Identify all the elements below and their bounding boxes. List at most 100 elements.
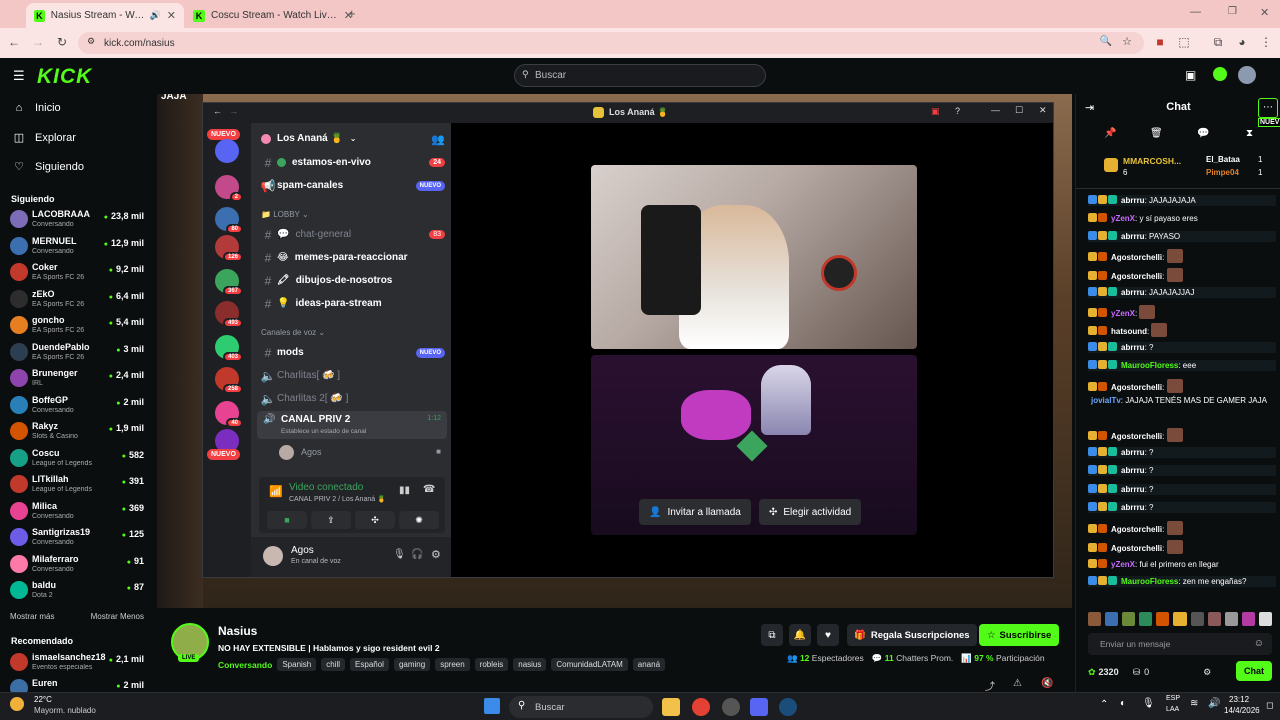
chat-username[interactable]: yZenX xyxy=(1111,214,1135,223)
emote-icon[interactable] xyxy=(1122,612,1136,626)
chat-username[interactable]: Agostorchelli xyxy=(1111,525,1162,534)
settings-gear-icon[interactable]: ⚙ xyxy=(431,548,441,561)
server-icon[interactable]: 493 xyxy=(215,301,243,328)
channel-points[interactable]: 2320 xyxy=(1099,667,1119,677)
chat-username[interactable]: yZenX xyxy=(1111,560,1135,569)
send-chat-button[interactable]: Chat xyxy=(1236,661,1272,681)
emote-icon[interactable] xyxy=(1241,612,1255,626)
profile-avatar-icon[interactable]: ◕ xyxy=(1234,35,1250,49)
sidebar-channel[interactable]: ismaelsanchez18 Eventos especiales 2,1 mil xyxy=(10,650,146,676)
activities-button[interactable]: ✣ xyxy=(355,511,395,529)
chat-username[interactable]: abrrru xyxy=(1121,232,1145,241)
server-icon[interactable]: 80 xyxy=(215,207,243,234)
channel-ideas[interactable]: # 💡 ideas-para-stream xyxy=(259,294,445,313)
forward-icon[interactable]: → xyxy=(30,35,46,49)
search-input[interactable]: ⚲ Buscar xyxy=(514,64,766,87)
stream-tag[interactable]: nasius xyxy=(513,658,547,671)
network-icon[interactable]: ◐ xyxy=(1120,698,1126,709)
channel-dibujos[interactable]: # 🖍 dibujos-de-nosotros xyxy=(259,271,445,290)
nav-home[interactable]: ⌂ Inicio xyxy=(13,102,61,114)
kick-logo[interactable]: KICK xyxy=(37,65,92,89)
reload-icon[interactable]: ↻ xyxy=(54,35,70,49)
emote-icon[interactable] xyxy=(1190,612,1204,626)
camera-button[interactable]: ■ xyxy=(267,511,307,529)
headphones-icon[interactable]: 🎧 xyxy=(411,549,423,560)
nav-explore[interactable]: ◫ Explorar xyxy=(13,131,76,145)
address-bar[interactable]: ⚙ kick.com/nasius 🔍 ☆ xyxy=(78,32,1144,54)
gift-subs-button[interactable]: 🎁 Regala Suscripciones xyxy=(847,624,977,646)
show-less-link[interactable]: Mostrar Menos xyxy=(91,612,144,621)
tray-chevron-icon[interactable]: ⌃ xyxy=(1100,699,1108,710)
inbox-icon[interactable]: ▣ xyxy=(931,106,940,117)
sidebar-channel[interactable]: MilicaConversando 369 xyxy=(10,499,146,525)
channel-memes[interactable]: # 😂 memes-para-reaccionar xyxy=(259,248,445,267)
user-avatar[interactable] xyxy=(1238,66,1256,84)
emoji-icon[interactable]: ☺ xyxy=(1254,638,1264,649)
chat-bubble-icon[interactable]: 💬 xyxy=(1197,128,1209,139)
microphone-icon[interactable]: 🎙 xyxy=(1142,698,1155,709)
browser-tab-coscu[interactable]: K Coscu Stream - Watch Live on ✕ xyxy=(185,3,361,28)
server-icon[interactable]: 2 xyxy=(215,175,243,202)
invite-to-call-button[interactable]: 👤 Invitar a llamada xyxy=(639,499,751,525)
chat-username[interactable]: jovialTv xyxy=(1091,396,1121,405)
emote-icon[interactable] xyxy=(1105,612,1119,626)
server-icon[interactable] xyxy=(215,139,239,163)
help-icon[interactable]: ? xyxy=(955,106,960,116)
sidebar-channel[interactable]: MilaferraroConversando 91 xyxy=(10,552,146,578)
server-icon[interactable]: 403 xyxy=(215,335,243,362)
sidebar-channel[interactable]: CoscuLeague of Legends 582 xyxy=(10,446,146,472)
wifi-icon[interactable]: ≋ xyxy=(1190,698,1198,709)
stream-tag[interactable]: spreen xyxy=(435,658,470,671)
category-lobby[interactable]: 📁 LOBBY ⌄ xyxy=(261,210,309,219)
hamburger-menu-icon[interactable]: ☰ xyxy=(13,68,25,84)
chat-username[interactable]: abrrru xyxy=(1121,196,1145,205)
chat-username[interactable]: abrrru xyxy=(1121,343,1145,352)
chrome-icon[interactable] xyxy=(692,698,710,716)
sidebar-channel[interactable]: goncho EA Sports FC 26 5,4 mil xyxy=(10,313,146,339)
bookmark-star-icon[interactable]: ☆ xyxy=(1122,35,1132,48)
chat-username[interactable]: abrrru xyxy=(1121,288,1145,297)
channel-mods[interactable]: # mods NUEVO xyxy=(259,343,445,362)
chat-input[interactable]: Enviar un mensaje ☺ xyxy=(1088,633,1272,655)
voice-channel-active[interactable]: 🔊 CANAL PRIV 2 1:12 Establece un estado … xyxy=(257,411,447,439)
media-icon[interactable]: ▣ xyxy=(1185,68,1196,82)
settings-gear-icon[interactable]: ⚙ xyxy=(1203,667,1211,678)
noise-suppression-icon[interactable]: ▮▮ xyxy=(399,485,410,496)
forward-icon[interactable]: → xyxy=(229,106,238,116)
chat-username[interactable]: MaurooFloress xyxy=(1121,361,1178,370)
channel-spam-canales[interactable]: 📢 spam-canales NUEVO xyxy=(259,176,445,195)
show-more-link[interactable]: Mostrar más xyxy=(10,612,54,621)
chat-username[interactable]: abrrru xyxy=(1121,485,1145,494)
clip-button[interactable]: ⧉ xyxy=(761,624,783,646)
tab-close-icon[interactable]: ✕ xyxy=(167,9,176,22)
minimize-window-icon[interactable]: — xyxy=(1190,6,1201,18)
stream-tag[interactable]: chill xyxy=(321,658,346,671)
gifter-name[interactable]: El_Bataa xyxy=(1206,155,1240,164)
chat-username[interactable]: abrrru xyxy=(1121,503,1145,512)
new-tab-icon[interactable]: + xyxy=(348,6,356,21)
chat-menu-icon[interactable]: ⋯ xyxy=(1258,98,1278,118)
disconnect-icon[interactable]: ☎ xyxy=(423,484,435,495)
start-windows-icon[interactable] xyxy=(484,698,500,714)
server-icon[interactable]: 126 xyxy=(215,235,243,262)
close-icon[interactable]: ✕ xyxy=(1039,105,1047,116)
follow-heart-icon[interactable]: ♥ xyxy=(817,624,839,646)
browser-menu-icon[interactable]: ⋮ xyxy=(1258,35,1274,49)
sidebar-channel[interactable]: baldu Dota 2 87 xyxy=(10,578,146,604)
stream-tag[interactable]: gaming xyxy=(393,658,431,671)
chat-username[interactable]: Agostorchelli xyxy=(1111,272,1162,281)
pin-icon[interactable]: 📌 xyxy=(1104,128,1116,139)
maximize-icon[interactable]: ☐ xyxy=(1015,105,1023,116)
mute-icon[interactable]: 🔇 xyxy=(1041,678,1053,689)
add-member-icon[interactable]: 👥 xyxy=(431,133,445,146)
sidebar-channel[interactable]: zEkOEA Sports FC 26 6,4 mil xyxy=(10,287,146,313)
voice-channel-charlitas-2[interactable]: 🔈 Charlitas 2[ 🍻 ] xyxy=(259,389,445,408)
sidebar-channel[interactable]: Rakyz Slots & Casino 1,9 mil xyxy=(10,419,146,445)
server-icon[interactable]: 40 xyxy=(215,401,243,428)
chat-username[interactable]: yZenX xyxy=(1111,309,1135,318)
back-icon[interactable]: ← xyxy=(6,35,22,49)
emote-icon[interactable] xyxy=(1088,612,1102,626)
puzzle-extensions-icon[interactable]: ⧉ xyxy=(1210,35,1226,50)
stream-tag[interactable]: Español xyxy=(350,658,389,671)
zoom-icon[interactable]: 🔍 xyxy=(1100,36,1112,47)
